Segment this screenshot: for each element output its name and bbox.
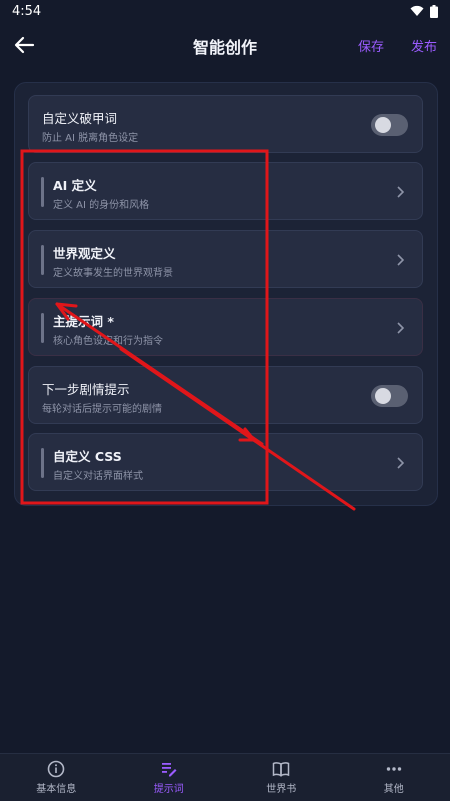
chevron-right-icon	[396, 457, 404, 469]
card-subtitle: 防止 AI 脱离角色设定	[42, 129, 138, 144]
info-icon	[47, 760, 65, 778]
bottom-navigation: 基本信息 提示词 世界书 其他	[0, 753, 450, 801]
toggle-knob	[375, 117, 391, 133]
card-worldview[interactable]: 世界观定义 定义故事发生的世界观背景	[28, 230, 423, 288]
card-subtitle: 定义故事发生的世界观背景	[53, 264, 173, 279]
card-accent-bar	[41, 313, 44, 343]
app-header: 智能创作 保存 发布	[0, 28, 450, 62]
battery-icon	[430, 5, 438, 18]
status-time: 4:54	[12, 4, 41, 19]
save-button[interactable]: 保存	[358, 36, 384, 55]
card-title: 自定义 CSS	[53, 446, 122, 465]
card-jailbreak[interactable]: 自定义破甲词 防止 AI 脱离角色设定	[28, 95, 423, 153]
card-accent-bar	[41, 448, 44, 478]
card-subtitle: 核心角色设定和行为指令	[53, 332, 163, 347]
card-title: AI 定义	[53, 175, 97, 194]
chevron-right-icon	[396, 186, 404, 198]
card-ai-definition[interactable]: AI 定义 定义 AI 的身份和风格	[28, 162, 423, 220]
next-plot-toggle[interactable]	[371, 385, 408, 407]
toggle-knob	[375, 388, 391, 404]
card-title: 自定义破甲词	[42, 108, 117, 127]
nav-label: 基本信息	[36, 780, 76, 795]
card-accent-bar	[41, 177, 44, 207]
nav-label: 世界书	[266, 780, 296, 795]
card-title: 主提示词 *	[53, 311, 114, 330]
nav-item-world-book[interactable]: 世界书	[225, 754, 338, 801]
card-accent-bar	[41, 245, 44, 275]
status-icons	[410, 5, 438, 18]
chevron-right-icon	[396, 322, 404, 334]
card-subtitle: 每轮对话后提示可能的剧情	[42, 400, 162, 415]
card-next-plot[interactable]: 下一步剧情提示 每轮对话后提示可能的剧情	[28, 366, 423, 424]
wifi-icon	[410, 5, 424, 17]
prompt-settings-panel: 自定义破甲词 防止 AI 脱离角色设定 AI 定义 定义 AI 的身份和风格 世…	[14, 82, 438, 506]
nav-label: 提示词	[154, 780, 184, 795]
jailbreak-toggle[interactable]	[371, 114, 408, 136]
nav-item-basic-info[interactable]: 基本信息	[0, 754, 113, 801]
nav-item-other[interactable]: 其他	[338, 754, 450, 801]
card-subtitle: 自定义对话界面样式	[53, 467, 143, 482]
card-title: 世界观定义	[53, 243, 116, 262]
card-subtitle: 定义 AI 的身份和风格	[53, 196, 149, 211]
book-icon	[272, 760, 290, 778]
card-main-prompt[interactable]: 主提示词 * 核心角色设定和行为指令	[28, 298, 423, 356]
status-bar: 4:54	[0, 0, 450, 22]
nav-item-prompts[interactable]: 提示词	[113, 754, 226, 801]
card-title: 下一步剧情提示	[42, 379, 130, 398]
chevron-right-icon	[396, 254, 404, 266]
nav-label: 其他	[384, 780, 404, 795]
edit-icon	[160, 760, 178, 778]
card-custom-css[interactable]: 自定义 CSS 自定义对话界面样式	[28, 433, 423, 491]
more-icon	[385, 760, 403, 778]
publish-button[interactable]: 发布	[411, 36, 437, 55]
